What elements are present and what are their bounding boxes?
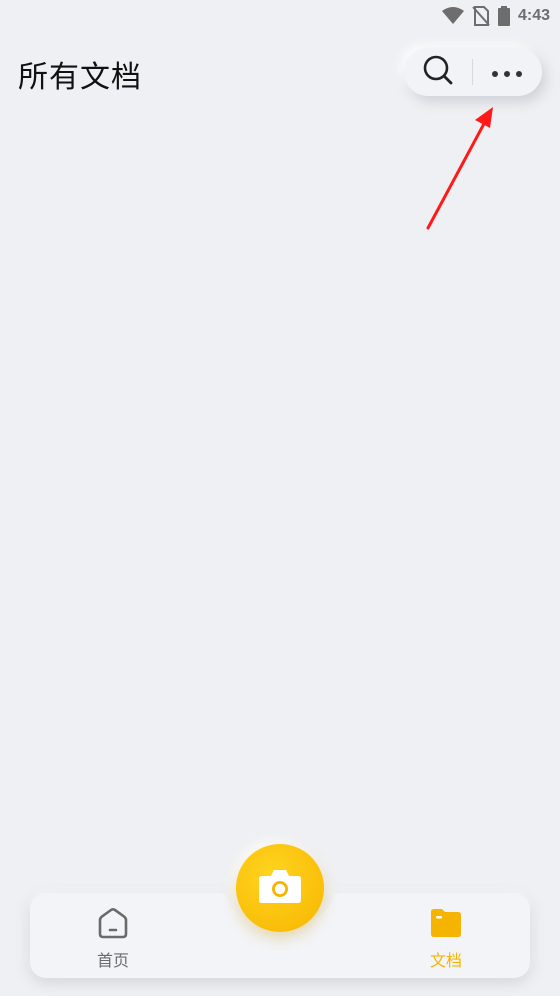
tab-docs[interactable]: 文档 bbox=[406, 907, 486, 970]
more-icon bbox=[491, 63, 523, 82]
page-title: 所有文档 bbox=[18, 60, 142, 95]
more-button[interactable] bbox=[473, 48, 541, 96]
status-time: 4:43 bbox=[517, 7, 550, 24]
camera-icon bbox=[258, 868, 302, 908]
home-icon bbox=[97, 907, 129, 943]
tab-home-label: 首页 bbox=[96, 951, 129, 970]
wifi-icon bbox=[441, 7, 464, 25]
header-actions bbox=[404, 48, 542, 96]
battery-icon bbox=[497, 6, 510, 26]
tab-home[interactable]: 首页 bbox=[73, 907, 153, 970]
camera-button[interactable] bbox=[236, 844, 324, 932]
no-sim-icon bbox=[472, 6, 490, 26]
folder-icon bbox=[430, 907, 462, 943]
search-icon bbox=[422, 54, 454, 90]
status-bar: 4:43 bbox=[0, 0, 560, 32]
tab-docs-label: 文档 bbox=[429, 951, 462, 970]
search-button[interactable] bbox=[404, 48, 472, 96]
